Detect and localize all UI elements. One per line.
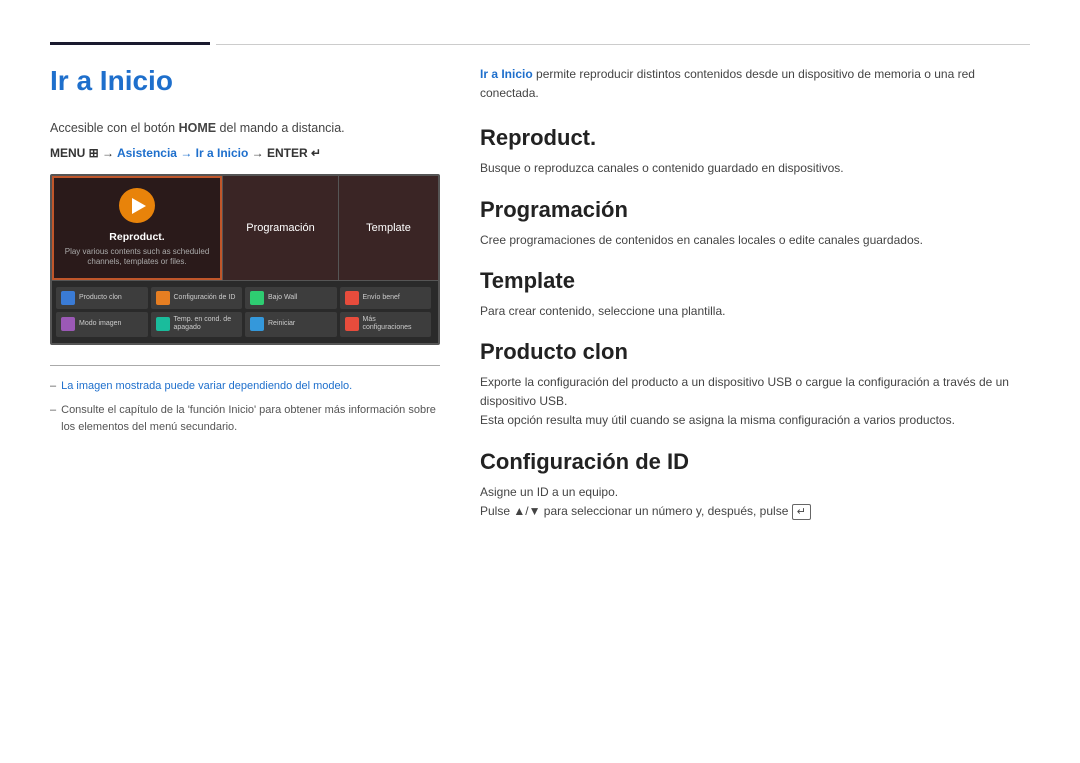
menu-label: MENU ⊞ → Asistencia → Ir a Inicio → ENTE… (50, 146, 321, 160)
tv-icon-label-5: Temp. en cond. de apagado (174, 316, 238, 333)
config-id-line1: Asigne un ID a un equipo. (480, 485, 618, 499)
left-column: Ir a Inicio Accesible con el botón HOME … (50, 65, 440, 539)
note-text-1: Consulte el capítulo de la 'función Inic… (61, 402, 440, 435)
tv-icon-item-2: Bajo Wall (245, 287, 337, 309)
section-title-template: Template (480, 268, 1030, 294)
tv-top-section: Reproduct. Play various contents such as… (52, 176, 438, 281)
page-title: Ir a Inicio (50, 65, 440, 97)
tv-cell-middle: Programación (222, 176, 338, 280)
tv-icon-label-3: Envío benef (363, 294, 400, 302)
tv-cell-play: Reproduct. Play various contents such as… (52, 176, 222, 280)
tv-icon-1 (156, 291, 170, 305)
tv-play-label: Reproduct. (109, 231, 164, 245)
tv-icon-label-2: Bajo Wall (268, 294, 297, 302)
main-content: Ir a Inicio Accesible con el botón HOME … (0, 45, 1080, 569)
section-title-config-id: Configuración de ID (480, 449, 1030, 475)
menu-link: Asistencia → Ir a Inicio (117, 146, 248, 160)
intro-text: Ir a Inicio permite reproducir distintos… (480, 65, 1030, 103)
tv-middle-label: Programación (246, 222, 314, 234)
tv-icon-label-1: Configuración de ID (174, 294, 236, 302)
intro-bold: Ir a Inicio (480, 67, 533, 81)
home-bold: HOME (179, 121, 217, 135)
tv-icon-5 (156, 317, 170, 331)
note-dash-0: – (50, 378, 56, 395)
play-circle-icon (119, 188, 155, 224)
tv-icon-item-6: Reiniciar (245, 312, 337, 337)
access-text-prefix: Accesible con el botón (50, 121, 179, 135)
producto-clon-line2: Esta opción resulta muy útil cuando se a… (480, 413, 955, 427)
enter-icon: ↵ (792, 504, 811, 520)
tv-icon-label-6: Reiniciar (268, 320, 295, 328)
tv-icon-2 (250, 291, 264, 305)
section-desc-reproduct: Busque o reproduzca canales o contenido … (480, 159, 1030, 178)
section-desc-programacion: Cree programaciones de contenidos en can… (480, 231, 1030, 250)
access-text: Accesible con el botón HOME del mando a … (50, 119, 440, 138)
note-dash-1: – (50, 402, 56, 435)
config-id-line2: Pulse ▲/▼ para seleccionar un número y, … (480, 504, 811, 518)
tv-icon-label-0: Producto clon (79, 294, 122, 302)
section-title-producto-clon: Producto clon (480, 339, 1030, 365)
tv-icon-3 (345, 291, 359, 305)
tv-right-label: Template (366, 222, 411, 234)
note-item-0: – La imagen mostrada puede variar depend… (50, 378, 440, 395)
tv-icon-item-1: Configuración de ID (151, 287, 243, 309)
tv-icon-item-5: Temp. en cond. de apagado (151, 312, 243, 337)
section-title-programacion: Programación (480, 197, 1030, 223)
tv-icon-item-7: Más configuraciones (340, 312, 432, 337)
tv-icon-7 (345, 317, 359, 331)
tv-icon-item-4: Modo imagen (56, 312, 148, 337)
intro-rest: permite reproducir distintos contenidos … (480, 67, 975, 100)
right-column: Ir a Inicio permite reproducir distintos… (480, 65, 1030, 539)
section-desc-template: Para crear contenido, seleccione una pla… (480, 302, 1030, 321)
tv-bottom-section: Producto clon Configuración de ID Bajo W… (52, 281, 438, 343)
tv-icon-0 (61, 291, 75, 305)
note-text-0: La imagen mostrada puede variar dependie… (61, 378, 352, 395)
section-desc-producto-clon: Exporte la configuración del producto a … (480, 373, 1030, 431)
access-text-suffix: del mando a distancia. (216, 121, 345, 135)
note-item-1: – Consulte el capítulo de la 'función In… (50, 402, 440, 435)
tv-icon-4 (61, 317, 75, 331)
notes-section: – La imagen mostrada puede variar depend… (50, 365, 440, 436)
section-desc-config-id: Asigne un ID a un equipo. Pulse ▲/▼ para… (480, 483, 1030, 522)
play-triangle-icon (132, 198, 146, 214)
producto-clon-line1: Exporte la configuración del producto a … (480, 375, 1009, 408)
tv-icon-item-0: Producto clon (56, 287, 148, 309)
top-bar (0, 0, 1080, 45)
tv-icon-label-4: Modo imagen (79, 320, 121, 328)
tv-cell-right: Template (338, 176, 438, 280)
menu-path: MENU ⊞ → Asistencia → Ir a Inicio → ENTE… (50, 146, 440, 160)
tv-play-sublabel: Play various contents such as scheduled … (64, 247, 210, 268)
section-title-reproduct: Reproduct. (480, 125, 1030, 151)
tv-screen: Reproduct. Play various contents such as… (50, 174, 440, 345)
page-container: Ir a Inicio Accesible con el botón HOME … (0, 0, 1080, 569)
tv-icon-item-3: Envío benef (340, 287, 432, 309)
tv-icon-6 (250, 317, 264, 331)
tv-icon-label-7: Más configuraciones (363, 316, 427, 333)
